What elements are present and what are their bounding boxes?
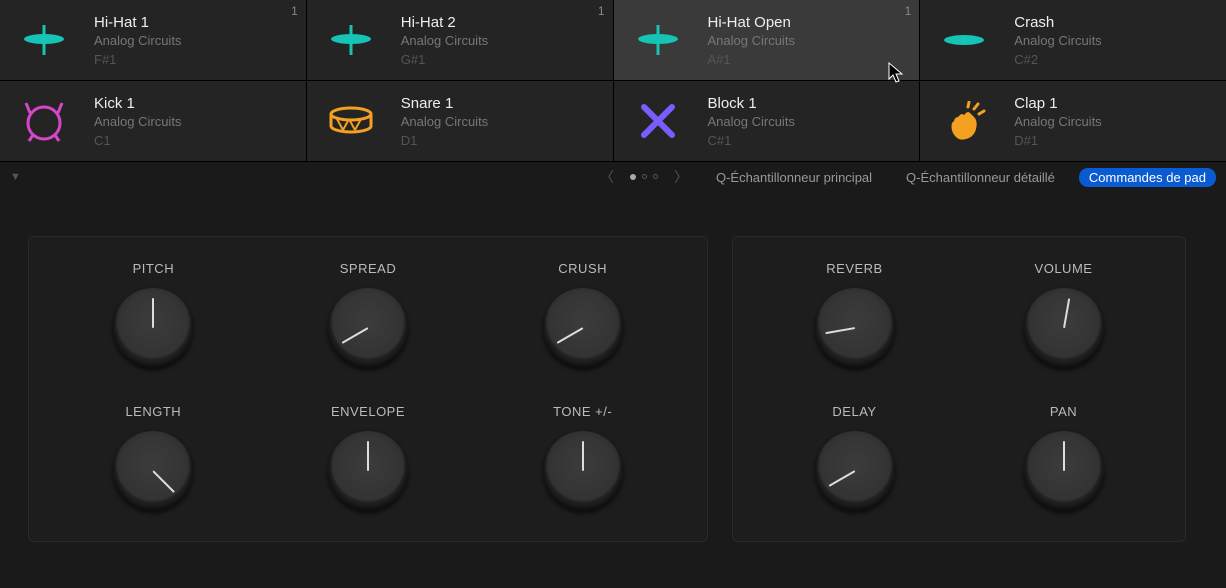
knob-cell: LENGTH [113, 404, 193, 511]
knob-label: CRUSH [558, 261, 607, 276]
knob-cell: REVERB [815, 261, 895, 368]
pad-name: Hi-Hat Open [708, 14, 906, 31]
pad-note: A#1 [708, 52, 906, 67]
knob-cell: VOLUME [1024, 261, 1104, 368]
pad-engine: Analog Circuits [94, 114, 292, 129]
knob[interactable] [113, 288, 193, 368]
mix-panel: REVERB VOLUME DELAY PAN [732, 236, 1186, 542]
view-tab[interactable]: Q-Échantillonneur détaillé [896, 168, 1065, 187]
pager: 〈 〉 [600, 167, 688, 187]
clap-icon [934, 91, 994, 151]
kick-icon [14, 91, 74, 151]
knob-cell: SPREAD [328, 261, 408, 368]
knob-cell: PAN [1024, 404, 1104, 511]
pad-note: F#1 [94, 52, 292, 67]
pad-grid: Hi-Hat 1 Analog Circuits F#1 1 Hi-Hat 2 … [0, 0, 1226, 162]
view-tab[interactable]: Commandes de pad [1079, 168, 1216, 187]
knob[interactable] [328, 288, 408, 368]
pad-group-badge: 1 [291, 4, 298, 18]
knob-cell: DELAY [815, 404, 895, 511]
pad-note: C1 [94, 133, 292, 148]
snare-icon [321, 91, 381, 151]
pad-note: C#2 [1014, 52, 1212, 67]
pad-name: Hi-Hat 1 [94, 14, 292, 31]
pad-engine: Analog Circuits [708, 33, 906, 48]
knob-cell: ENVELOPE [328, 404, 408, 511]
pad-engine: Analog Circuits [401, 114, 599, 129]
pad[interactable]: Hi-Hat 2 Analog Circuits G#1 1 [307, 0, 613, 80]
knob-label: DELAY [832, 404, 876, 419]
pad-group-badge: 1 [598, 4, 605, 18]
cymbal-icon [934, 10, 994, 70]
knob-label: VOLUME [1035, 261, 1093, 276]
knob[interactable] [328, 431, 408, 511]
pad[interactable]: Snare 1 Analog Circuits D1 [307, 81, 613, 161]
knob-label: SPREAD [340, 261, 396, 276]
pad[interactable]: Hi-Hat Open Analog Circuits A#1 1 [614, 0, 920, 80]
knob-cell: PITCH [113, 261, 193, 368]
knob-label: ENVELOPE [331, 404, 405, 419]
knob[interactable] [113, 431, 193, 511]
knob-label: PITCH [133, 261, 175, 276]
view-tabs: Q-Échantillonneur principal Q-Échantillon… [706, 168, 1216, 187]
page-dots[interactable] [630, 174, 658, 180]
pad[interactable]: Block 1 Analog Circuits C#1 [614, 81, 920, 161]
pad-note: D#1 [1014, 133, 1212, 148]
knob-cell: CRUSH [543, 261, 623, 368]
pad-note: D1 [401, 133, 599, 148]
page-dot[interactable] [642, 174, 647, 179]
knob-cell: TONE +/- [543, 404, 623, 511]
pad[interactable]: Kick 1 Analog Circuits C1 [0, 81, 306, 161]
knob[interactable] [543, 288, 623, 368]
hihat-icon [628, 10, 688, 70]
page-dot[interactable] [653, 174, 658, 179]
knob-grid-left: PITCH SPREAD CRUSH LENGTH ENVELOPE [51, 261, 685, 511]
prev-page-button[interactable]: 〈 [600, 167, 614, 187]
pad-engine: Analog Circuits [1014, 114, 1212, 129]
pad-name: Kick 1 [94, 95, 292, 112]
knob[interactable] [815, 431, 895, 511]
nav-bar: ▼ 〈 〉 Q-Échantillonneur principalQ-Échan… [0, 162, 1226, 192]
pad-engine: Analog Circuits [708, 114, 906, 129]
control-panels: PITCH SPREAD CRUSH LENGTH ENVELOPE [0, 192, 1226, 586]
next-page-button[interactable]: 〉 [674, 167, 688, 187]
knob[interactable] [1024, 288, 1104, 368]
pad-note: C#1 [708, 133, 906, 148]
pad-engine: Analog Circuits [401, 33, 599, 48]
hihat-icon [14, 10, 74, 70]
pad-name: Block 1 [708, 95, 906, 112]
knob-label: REVERB [826, 261, 882, 276]
hihat-icon [321, 10, 381, 70]
knob[interactable] [1024, 431, 1104, 511]
view-tab[interactable]: Q-Échantillonneur principal [706, 168, 882, 187]
page-dot[interactable] [630, 174, 636, 180]
pad-name: Crash [1014, 14, 1212, 31]
pad[interactable]: Hi-Hat 1 Analog Circuits F#1 1 [0, 0, 306, 80]
knob-label: LENGTH [125, 404, 181, 419]
knob-label: TONE +/- [553, 404, 612, 419]
pad-note: G#1 [401, 52, 599, 67]
knob[interactable] [815, 288, 895, 368]
sound-shaping-panel: PITCH SPREAD CRUSH LENGTH ENVELOPE [28, 236, 708, 542]
pad-group-badge: 1 [905, 4, 912, 18]
knob-grid-right: REVERB VOLUME DELAY PAN [755, 261, 1163, 511]
pad-name: Clap 1 [1014, 95, 1212, 112]
knob-label: PAN [1050, 404, 1077, 419]
pad[interactable]: Clap 1 Analog Circuits D#1 [920, 81, 1226, 161]
pad-name: Hi-Hat 2 [401, 14, 599, 31]
pad-name: Snare 1 [401, 95, 599, 112]
sticks-icon [628, 91, 688, 151]
pad-engine: Analog Circuits [1014, 33, 1212, 48]
pad[interactable]: Crash Analog Circuits C#2 [920, 0, 1226, 80]
pad-engine: Analog Circuits [94, 33, 292, 48]
knob[interactable] [543, 431, 623, 511]
disclosure-triangle-icon[interactable]: ▼ [10, 171, 21, 183]
